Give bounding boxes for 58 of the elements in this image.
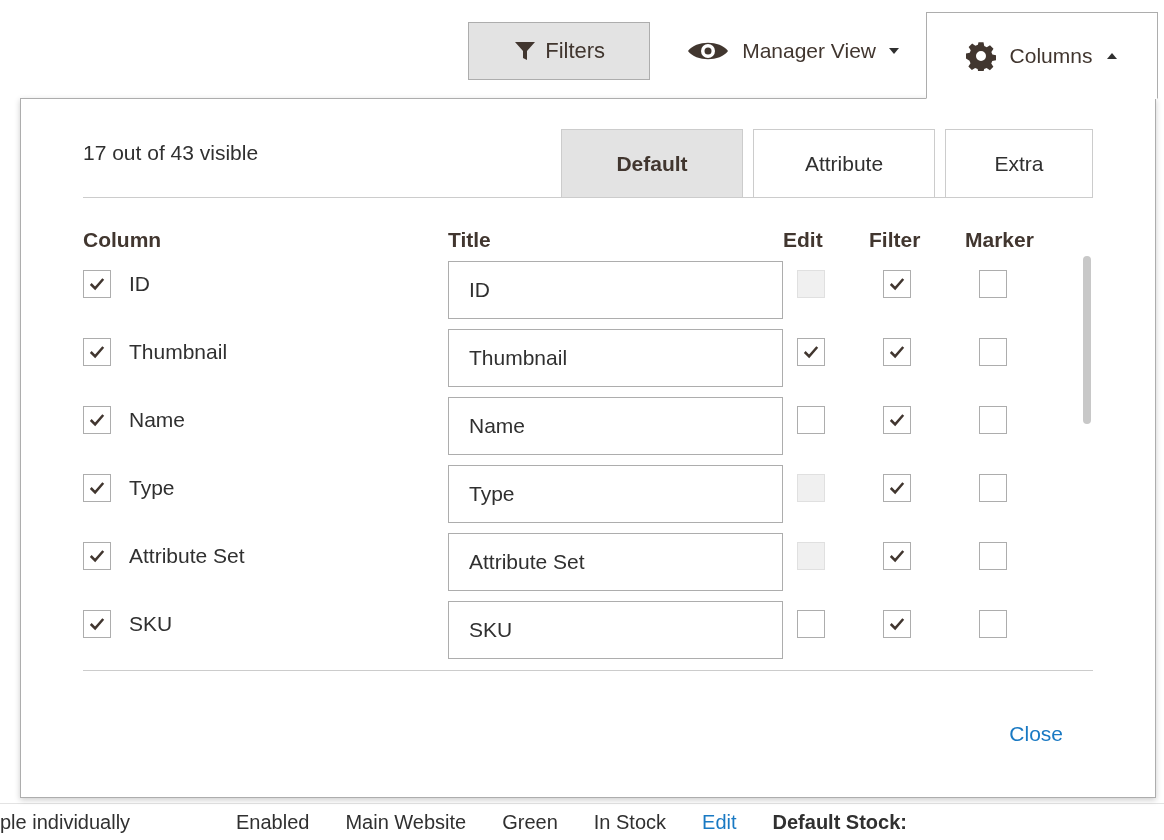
checkbox[interactable] — [797, 406, 825, 434]
column-header: Marker — [965, 227, 1034, 252]
checkbox[interactable] — [83, 406, 111, 434]
title-input[interactable]: Thumbnail — [448, 329, 783, 387]
column-name: ID — [129, 272, 150, 296]
column-name: Name — [129, 408, 186, 432]
checkbox[interactable] — [83, 270, 111, 298]
table-cell-text: Main Website — [345, 810, 468, 834]
column-name: Thumbnail — [129, 340, 228, 364]
table-cell[interactable]: Edit — [702, 810, 773, 834]
checkbox[interactable] — [883, 406, 911, 434]
checkbox[interactable] — [979, 474, 1007, 502]
column-header: Filter — [869, 227, 921, 252]
checkbox[interactable] — [797, 610, 825, 638]
column-name: Type — [129, 476, 175, 500]
scrollbar[interactable] — [1083, 256, 1091, 424]
checkbox[interactable] — [883, 474, 911, 502]
checkbox[interactable] — [979, 542, 1007, 570]
visible-count: 17 out of 43 visible — [83, 141, 259, 165]
funnel-icon — [513, 39, 538, 63]
checkbox[interactable] — [979, 338, 1007, 366]
view-switcher[interactable]: Manager View — [680, 22, 906, 80]
checkbox[interactable] — [83, 338, 111, 366]
checkbox[interactable] — [83, 542, 111, 570]
table-cell-text: ple individually — [0, 810, 132, 834]
checkbox[interactable] — [83, 474, 111, 502]
tab[interactable]: Attribute — [753, 129, 935, 197]
tab[interactable]: Extra — [945, 129, 1093, 197]
caret-icon — [1106, 51, 1119, 60]
checkbox[interactable] — [883, 610, 911, 638]
column-name: SKU — [129, 612, 173, 636]
checkbox[interactable] — [883, 338, 911, 366]
checkbox[interactable] — [979, 610, 1007, 638]
table-cell-text: Default Stock: — [772, 810, 908, 834]
filters-button[interactable]: Filters — [468, 22, 651, 80]
checkbox[interactable] — [83, 610, 111, 638]
title-input[interactable]: Attribute Set — [448, 533, 783, 591]
title-input[interactable]: Type — [448, 465, 783, 523]
column-header: Title — [448, 227, 492, 252]
tab[interactable]: Default — [561, 129, 743, 197]
close-link[interactable]: Close — [1009, 722, 1063, 746]
column-name: Attribute Set — [129, 544, 245, 568]
column-header: Column — [83, 227, 163, 252]
gear-icon — [965, 40, 996, 71]
columns-button[interactable]: Columns — [926, 12, 1158, 99]
table-cell-text: In Stock — [593, 810, 668, 834]
column-header: Edit — [783, 227, 823, 252]
title-input[interactable]: Name — [448, 397, 783, 455]
table-cell-text: Green — [502, 810, 559, 834]
checkbox[interactable] — [979, 406, 1007, 434]
caret-icon — [888, 47, 900, 55]
checkbox[interactable] — [797, 338, 825, 366]
checkbox[interactable] — [883, 270, 911, 298]
title-input[interactable]: ID — [448, 261, 783, 319]
checkbox[interactable] — [883, 542, 911, 570]
checkbox[interactable] — [979, 270, 1007, 298]
table-cell-text: Enabled — [236, 810, 311, 834]
title-input[interactable]: SKU — [448, 601, 783, 659]
